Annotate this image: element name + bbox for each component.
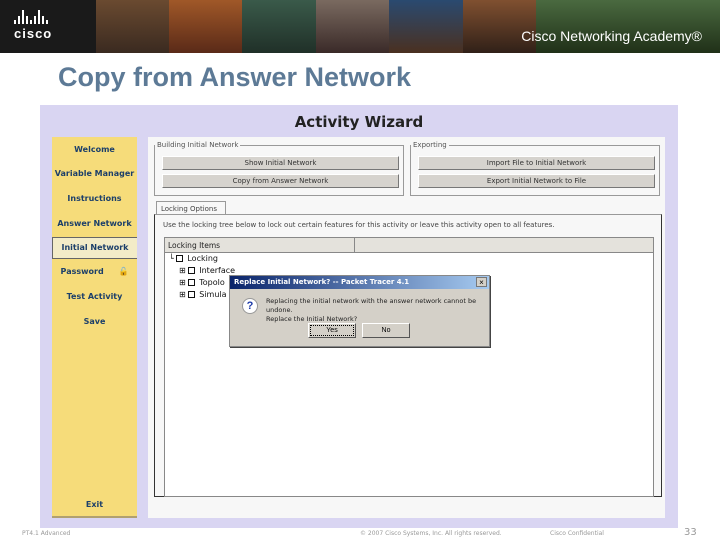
tree-item-topology[interactable]: ⊞ Topolo [179, 278, 225, 287]
cisco-logo: cisco [14, 10, 52, 41]
sidebar-item-password[interactable]: Password 🔓 [52, 267, 137, 276]
footer-copyright: © 2007 Cisco Systems, Inc. All rights re… [360, 530, 502, 537]
tree-label: Simula [199, 290, 227, 299]
tree-item-interface[interactable]: ⊞ Interface [179, 266, 235, 275]
tree-item-locking[interactable]: └ Locking [169, 254, 218, 263]
sidebar-item-welcome[interactable]: Welcome [52, 145, 137, 154]
password-label: Password [60, 267, 104, 276]
dialog-message-line: Replacing the initial network with the a… [266, 297, 477, 314]
tree-label: Topolo [199, 278, 225, 287]
tree-label: Locking [187, 254, 218, 263]
sidebar-item-exit[interactable]: Exit [52, 500, 137, 509]
no-button[interactable]: No [362, 323, 410, 338]
wizard-title: Activity Wizard [294, 113, 424, 131]
logo-text: cisco [14, 26, 53, 41]
tab-locking-options[interactable]: Locking Options [156, 201, 226, 215]
sidebar-item-test-activity[interactable]: Test Activity [52, 292, 137, 301]
group-legend: Building Initial Network [157, 141, 239, 149]
page-number: 33 [684, 527, 697, 538]
export-file-button[interactable]: Export Initial Network to File [418, 174, 655, 188]
close-icon[interactable]: × [476, 277, 487, 287]
checkbox[interactable] [176, 255, 184, 262]
sidebar-item-answer-network[interactable]: Answer Network [52, 219, 137, 228]
dialog-titlebar: Replace Initial Network? -- Packet Trace… [230, 276, 489, 289]
checkbox[interactable] [188, 279, 196, 286]
sidebar-item-variable-manager[interactable]: Variable Manager [52, 169, 137, 178]
checkbox[interactable] [188, 267, 196, 274]
sidebar-item-save[interactable]: Save [52, 317, 137, 326]
dialog-title: Replace Initial Network? -- Packet Trace… [234, 278, 410, 286]
sidebar-item-instructions[interactable]: Instructions [52, 194, 137, 203]
column-header-locking-items[interactable]: Locking Items [165, 238, 355, 252]
slide-title: Copy from Answer Network [58, 62, 412, 92]
academy-brand: Cisco Networking Academy® [521, 28, 702, 44]
dialog-message: Replacing the initial network with the a… [266, 297, 489, 324]
question-icon: ? [242, 298, 258, 314]
tree-label: Interface [199, 266, 236, 275]
locking-hint: Use the locking tree below to lock out c… [163, 221, 555, 229]
column-header-blank [355, 238, 653, 252]
banner [0, 0, 720, 53]
copy-from-answer-network-button[interactable]: Copy from Answer Network [162, 174, 399, 188]
yes-button[interactable]: Yes [308, 323, 356, 338]
import-file-button[interactable]: Import File to Initial Network [418, 156, 655, 170]
footer-confidential: Cisco Confidential [550, 530, 604, 537]
show-initial-network-button[interactable]: Show Initial Network [162, 156, 399, 170]
locking-options-panel: Use the locking tree below to lock out c… [154, 214, 662, 497]
lock-icon: 🔓 [118, 267, 129, 276]
footer-course: PT4.1 Advanced [22, 530, 71, 537]
sidebar-item-initial-network[interactable]: Initial Network [52, 237, 137, 259]
tree-item-simulation[interactable]: ⊞ Simula [179, 290, 227, 299]
replace-initial-network-dialog: Replace Initial Network? -- Packet Trace… [229, 275, 490, 347]
wizard-sidebar: Welcome Variable Manager Instructions An… [52, 137, 137, 518]
checkbox[interactable] [188, 291, 196, 298]
group-legend: Exporting [413, 141, 447, 149]
